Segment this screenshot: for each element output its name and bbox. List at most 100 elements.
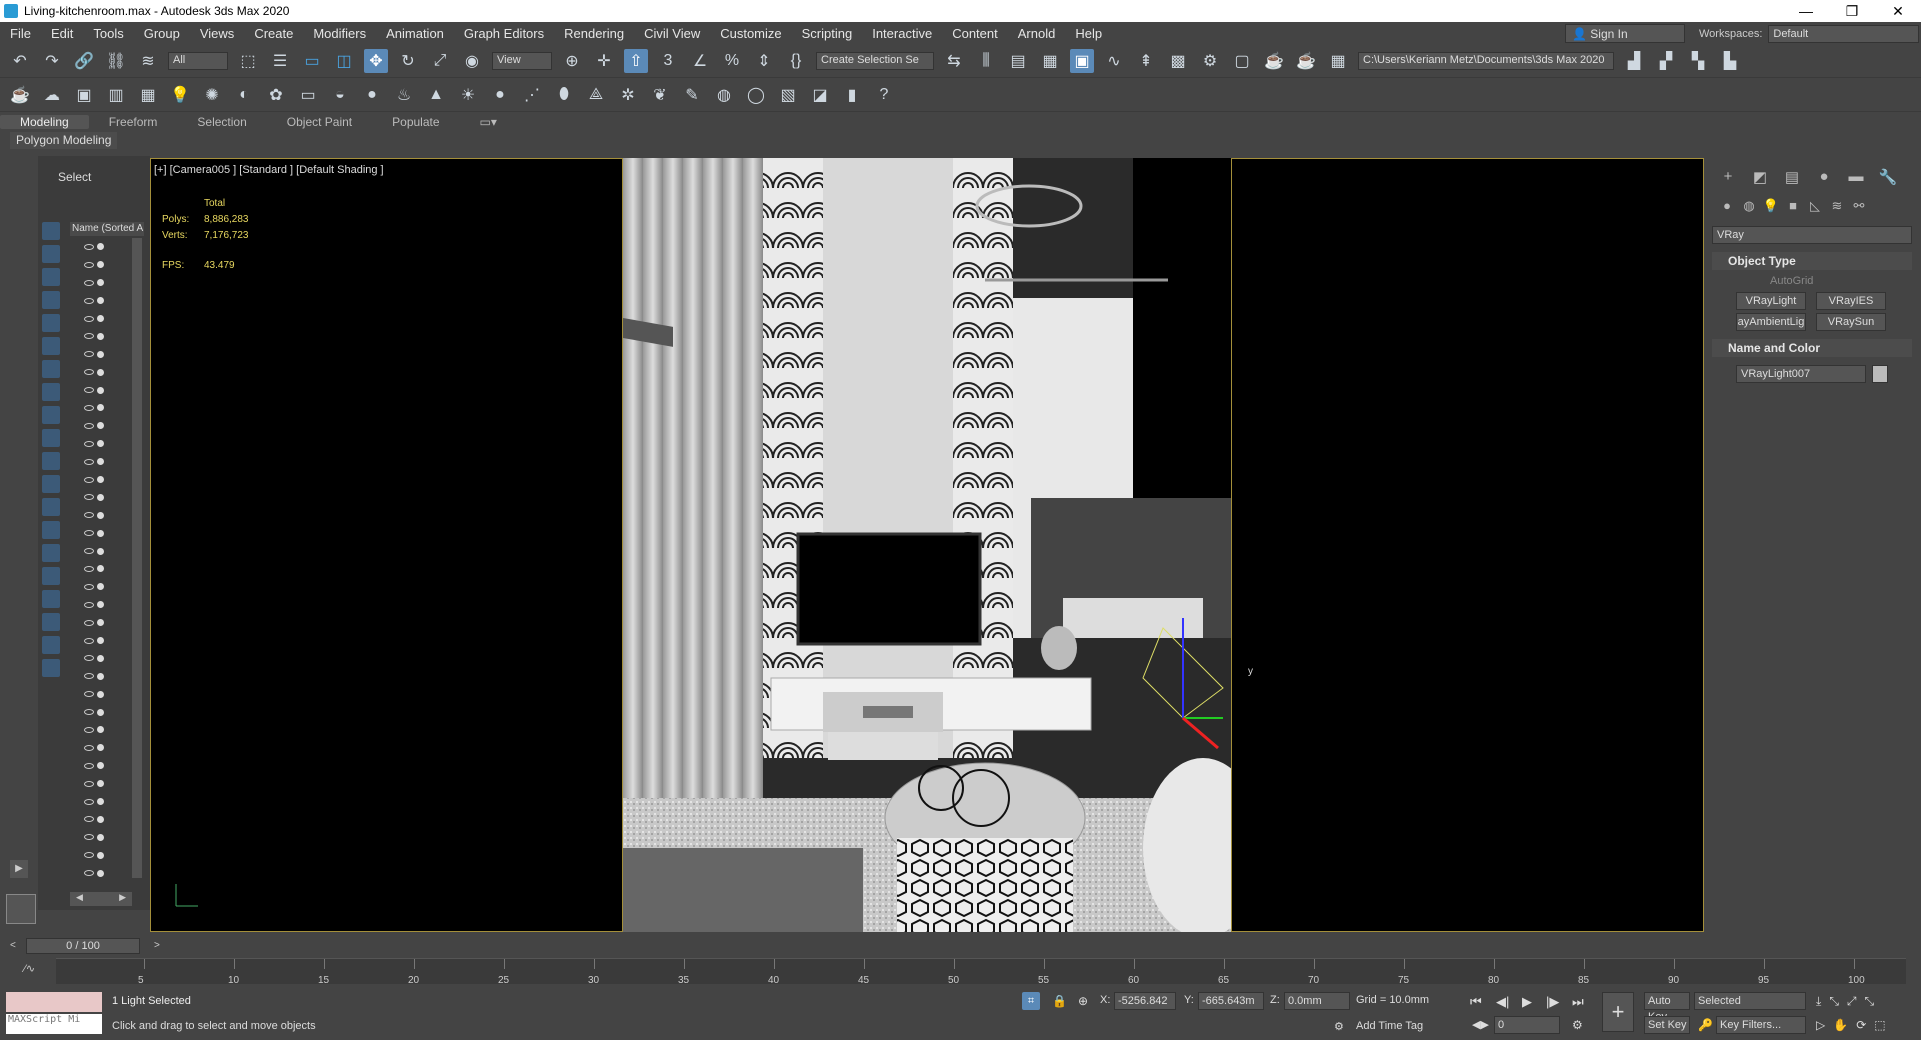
- unlink-icon[interactable]: ⛓: [104, 49, 128, 73]
- default-in-out-tangent-icon[interactable]: +: [1602, 992, 1634, 1032]
- tab-freeform[interactable]: Freeform: [89, 115, 178, 129]
- list-item[interactable]: [70, 649, 132, 667]
- vraysun-button[interactable]: VRaySun: [1816, 313, 1886, 331]
- curve-editor-mini-icon[interactable]: ⁄∿: [24, 962, 35, 975]
- shapes-icon[interactable]: ◍: [1738, 198, 1760, 214]
- auto-key-button[interactable]: Auto Key: [1644, 992, 1690, 1023]
- visibility-eye-icon[interactable]: [84, 494, 94, 501]
- list-item[interactable]: [70, 381, 132, 399]
- y-coordinate-field[interactable]: [1198, 992, 1264, 1010]
- list-item[interactable]: [70, 596, 132, 614]
- sign-in-button[interactable]: 👤 Sign In: [1565, 24, 1685, 43]
- list-item[interactable]: [70, 828, 132, 846]
- select-rotate-icon[interactable]: ↻: [396, 49, 420, 73]
- visibility-eye-icon[interactable]: [84, 637, 94, 644]
- list-item[interactable]: [70, 667, 132, 685]
- render-production-icon[interactable]: ☕: [1262, 49, 1286, 73]
- menu-edit[interactable]: Edit: [41, 26, 83, 41]
- scroll-left-icon[interactable]: ◀: [76, 892, 83, 906]
- display-frozen-icon[interactable]: [42, 475, 60, 493]
- menu-modifiers[interactable]: Modifiers: [303, 26, 376, 41]
- visibility-eye-icon[interactable]: [84, 422, 94, 429]
- render-setup-icon[interactable]: ⚙: [1198, 49, 1222, 73]
- list-item[interactable]: [70, 524, 132, 542]
- x-coordinate-field[interactable]: [1114, 992, 1176, 1010]
- list-item[interactable]: [70, 256, 132, 274]
- list-item[interactable]: [70, 542, 132, 560]
- visibility-eye-icon[interactable]: [84, 780, 94, 787]
- tab-modeling[interactable]: Modeling: [0, 115, 89, 129]
- go-to-end-icon[interactable]: ⏭: [1572, 994, 1584, 1010]
- add-time-tag[interactable]: Add Time Tag: [1356, 1020, 1423, 1032]
- utilities-tab-icon[interactable]: 🔧: [1872, 168, 1904, 186]
- display-containers-icon[interactable]: [42, 452, 60, 470]
- list-item[interactable]: [70, 399, 132, 417]
- material-editor-icon[interactable]: ▩: [1166, 49, 1190, 73]
- tab-selection[interactable]: Selection: [177, 115, 266, 129]
- select-place-icon[interactable]: ◉: [460, 49, 484, 73]
- render-activeshade-icon[interactable]: ▦: [1326, 49, 1350, 73]
- systems-icon[interactable]: ⚯: [1848, 198, 1870, 214]
- visibility-eye-icon[interactable]: [84, 315, 94, 322]
- list-item[interactable]: [70, 632, 132, 650]
- time-configuration-icon[interactable]: ⚙: [1572, 1018, 1583, 1032]
- vray-sphere-light-icon[interactable]: ●: [488, 83, 512, 107]
- select-object-icon[interactable]: ⬚: [236, 49, 260, 73]
- vrayies-button[interactable]: VRayIES: [1816, 292, 1886, 310]
- vray-light-icon[interactable]: ☁: [40, 83, 64, 107]
- visibility-eye-icon[interactable]: [84, 601, 94, 608]
- list-item[interactable]: [70, 685, 132, 703]
- tab-object-paint[interactable]: Object Paint: [267, 115, 372, 129]
- next-frame-icon[interactable]: |▶: [1546, 994, 1559, 1010]
- visibility-eye-icon[interactable]: [84, 261, 94, 268]
- scene-explorer-icon[interactable]: ▦: [1038, 49, 1062, 73]
- vray-mesh-light-icon[interactable]: ⟁: [584, 83, 608, 107]
- menu-scripting[interactable]: Scripting: [792, 26, 863, 41]
- vray-vision-icon[interactable]: ◪: [808, 83, 832, 107]
- vray-scene-converter-icon[interactable]: ▧: [776, 83, 800, 107]
- display-geometry-icon[interactable]: [42, 245, 60, 263]
- vraylight-button[interactable]: VRayLight: [1736, 292, 1806, 310]
- menu-customize[interactable]: Customize: [710, 26, 791, 41]
- project-path-dropdown[interactable]: C:\Users\Keriann Metz\Documents\3ds Max …: [1358, 51, 1614, 70]
- visibility-eye-icon[interactable]: [84, 691, 94, 698]
- visibility-eye-icon[interactable]: [84, 512, 94, 519]
- maximize-viewport-icon[interactable]: ⬚: [1874, 1018, 1885, 1032]
- current-frame-field[interactable]: [1494, 1016, 1560, 1034]
- vrayambientlight-button[interactable]: ayAmbientLig: [1736, 313, 1806, 331]
- display-groups-icon[interactable]: [42, 383, 60, 401]
- vray-sphere-2-icon[interactable]: ◍: [712, 83, 736, 107]
- motion-tab-icon[interactable]: ●: [1808, 168, 1840, 186]
- object-name-field[interactable]: [1736, 365, 1866, 383]
- visibility-eye-icon[interactable]: [84, 404, 94, 411]
- menu-file[interactable]: File: [0, 26, 41, 41]
- snaps-toggle-icon[interactable]: 3: [656, 49, 680, 73]
- curve-editor-icon[interactable]: ∿: [1102, 49, 1126, 73]
- list-item[interactable]: [70, 310, 132, 328]
- list-item[interactable]: [70, 811, 132, 829]
- keyboard-shortcut-override-icon[interactable]: ⇧: [624, 48, 648, 73]
- list-item[interactable]: [70, 488, 132, 506]
- maxscript-input[interactable]: MAXScript Mi: [6, 1014, 102, 1034]
- list-item[interactable]: [70, 757, 132, 775]
- funnel-icon[interactable]: [42, 659, 60, 677]
- visibility-eye-icon[interactable]: [84, 333, 94, 340]
- menu-graph-editors[interactable]: Graph Editors: [454, 26, 554, 41]
- edit-named-selection-icon[interactable]: {}: [784, 49, 808, 73]
- list-item[interactable]: [70, 775, 132, 793]
- object-type-rollout-header[interactable]: Object Type: [1712, 252, 1912, 270]
- ribbon-options-icon[interactable]: ▭▾: [460, 115, 517, 129]
- list-item[interactable]: [70, 703, 132, 721]
- named-selection-sets-dropdown[interactable]: Create Selection Se: [816, 51, 934, 70]
- viewport-layout-2-icon[interactable]: ▞: [1654, 49, 1678, 73]
- absolute-mode-icon[interactable]: ⊕: [1078, 994, 1088, 1008]
- mirror-icon[interactable]: ⇆: [942, 49, 966, 73]
- display-selection-icon[interactable]: [42, 613, 60, 631]
- vray-frame-buffer-icon[interactable]: ▣: [72, 83, 96, 107]
- helpers-icon[interactable]: ◺: [1804, 198, 1826, 214]
- orbit-icon[interactable]: ⟳: [1856, 1018, 1866, 1032]
- time-config-left-icon[interactable]: ◀▶: [1472, 1018, 1489, 1031]
- list-item[interactable]: [70, 739, 132, 757]
- display-space-warps-icon[interactable]: [42, 360, 60, 378]
- menu-civil-view[interactable]: Civil View: [634, 26, 710, 41]
